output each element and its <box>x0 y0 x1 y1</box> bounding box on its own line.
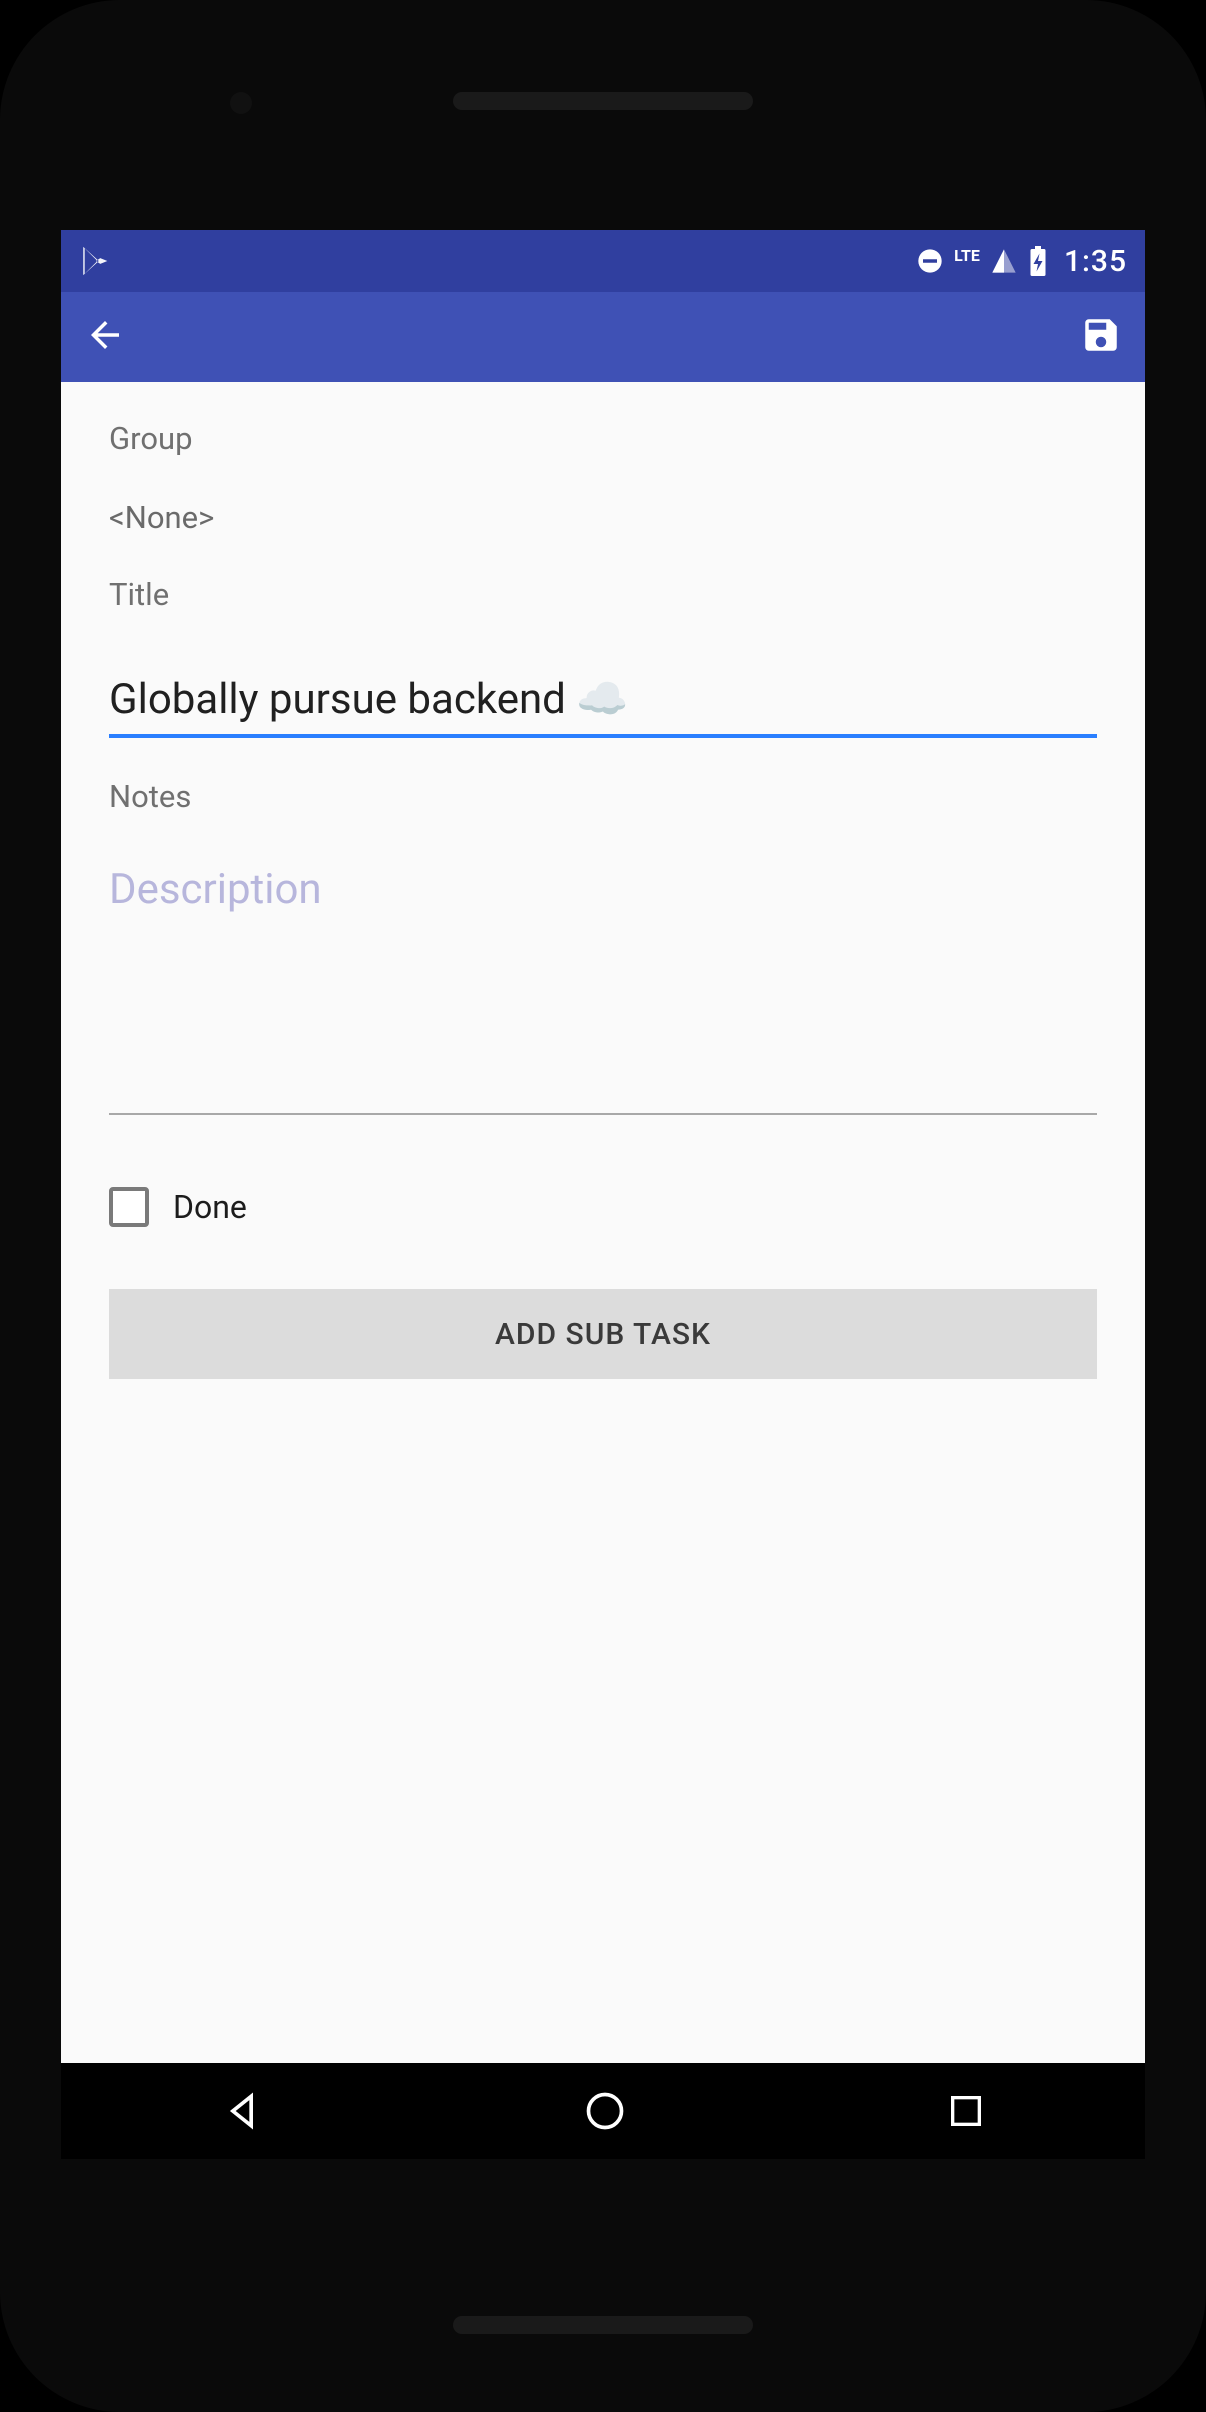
triangle-back-icon <box>220 2089 264 2133</box>
title-label: Title <box>109 576 1097 613</box>
square-recent-icon <box>946 2091 986 2131</box>
nav-recent-button[interactable] <box>946 2091 986 2131</box>
network-lte-label: LTE <box>954 246 980 265</box>
save-button[interactable] <box>1077 313 1125 361</box>
save-icon <box>1080 314 1122 360</box>
status-bar: LTE 1:35 <box>61 230 1145 292</box>
battery-charging-icon <box>1028 246 1048 276</box>
status-time: 1:35 <box>1064 244 1127 279</box>
bezel-speaker-bottom <box>453 2316 753 2334</box>
screen: LTE 1:35 <box>61 230 1145 2159</box>
form-content: Group <None> Title Notes Done ADD SUB TA… <box>61 382 1145 1379</box>
notes-label: Notes <box>109 778 1097 815</box>
phone-frame: LTE 1:35 <box>0 0 1206 2412</box>
done-row[interactable]: Done <box>109 1187 1097 1227</box>
notes-input[interactable] <box>109 865 1097 1115</box>
nav-back-button[interactable] <box>220 2089 264 2133</box>
group-label: Group <box>109 420 1097 457</box>
android-nav-bar <box>61 2063 1145 2159</box>
cellular-signal-icon <box>990 247 1018 275</box>
title-input[interactable] <box>109 675 1097 738</box>
done-label: Done <box>173 1188 247 1226</box>
add-subtask-button[interactable]: ADD SUB TASK <box>109 1289 1097 1379</box>
bezel-speaker <box>453 92 753 110</box>
group-value[interactable]: <None> <box>109 499 1097 536</box>
do-not-disturb-icon <box>916 247 944 275</box>
app-bar <box>61 292 1145 382</box>
arrow-back-icon <box>84 314 126 360</box>
bezel-camera <box>230 92 252 114</box>
done-checkbox[interactable] <box>109 1187 149 1227</box>
nav-home-button[interactable] <box>583 2089 627 2133</box>
circle-home-icon <box>583 2089 627 2133</box>
back-button[interactable] <box>81 313 129 361</box>
play-store-icon <box>79 244 113 278</box>
